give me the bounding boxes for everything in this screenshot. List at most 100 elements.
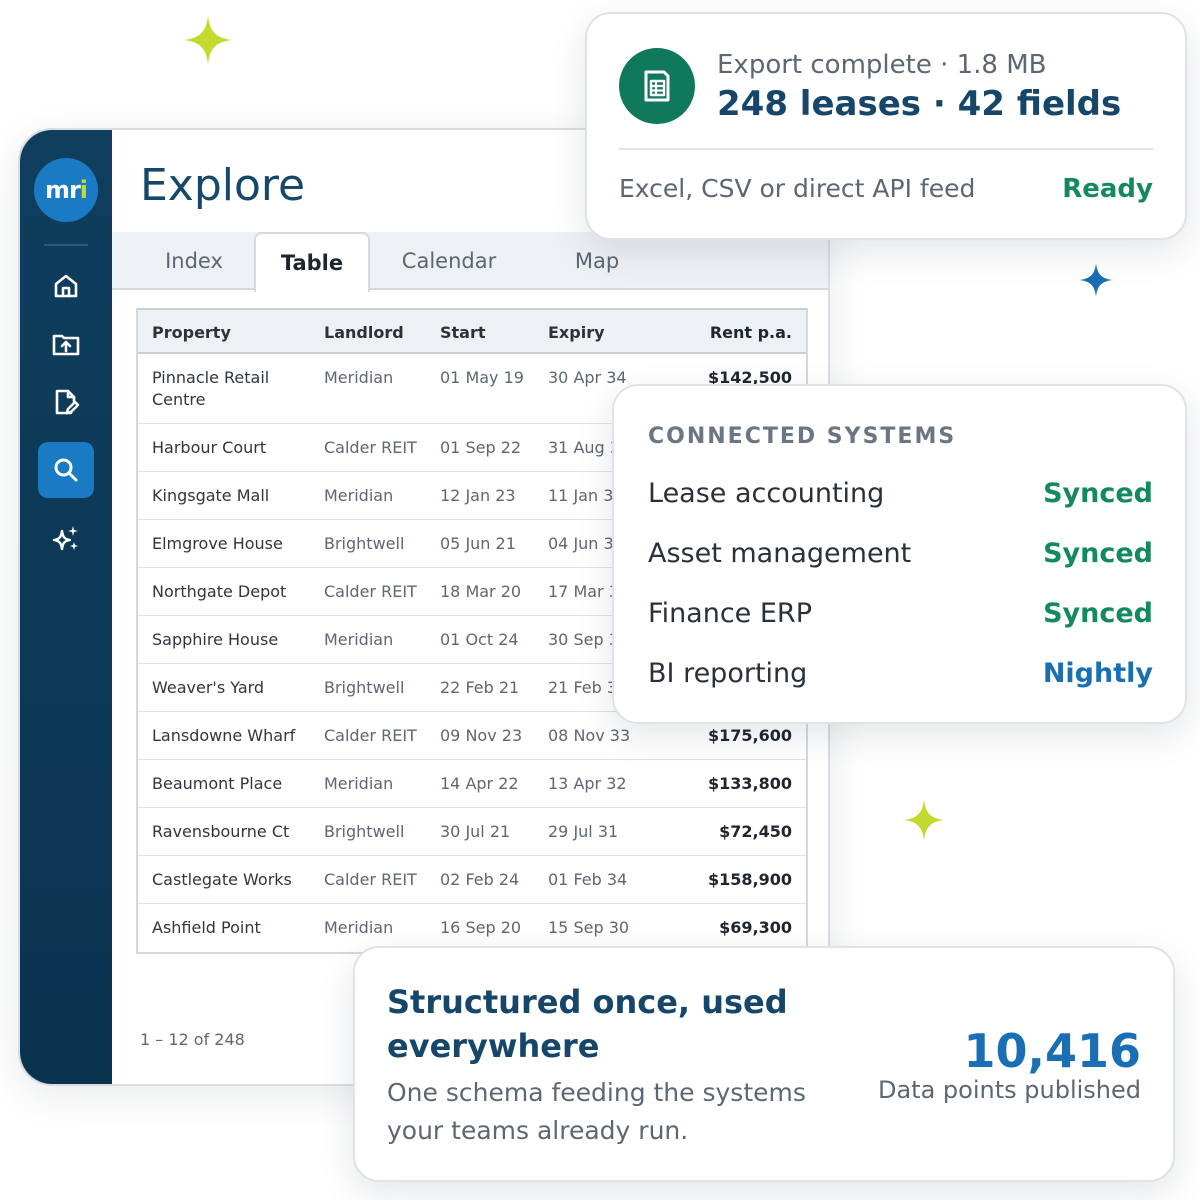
- system-row: Finance ERP Synced: [648, 598, 1153, 638]
- cell-start: 18 Mar 20: [440, 582, 522, 601]
- cell-start: 30 Jul 21: [440, 822, 511, 841]
- cell-landlord: Calder REIT: [324, 726, 417, 745]
- summary-description: One schema feeding the systems your team…: [387, 1078, 806, 1145]
- export-status: Ready: [1062, 174, 1153, 204]
- cell-landlord: Brightwell: [324, 678, 405, 697]
- systems-title: CONNECTED SYSTEMS: [648, 424, 957, 449]
- sidebar-item-upload[interactable]: [38, 316, 94, 372]
- connected-systems-card: CONNECTED SYSTEMS Lease accounting Synce…: [612, 384, 1187, 724]
- cell-landlord: Meridian: [324, 486, 394, 505]
- system-name: Finance ERP: [648, 598, 812, 629]
- cell-rent: $158,900: [707, 870, 792, 889]
- document-edit-icon: [55, 389, 80, 415]
- search-icon: [54, 458, 78, 482]
- cell-property: Weaver's Yard: [152, 678, 265, 697]
- table-row[interactable]: Ashfield Point Meridian 16 Sep 20 15 Sep 30…: [138, 904, 806, 952]
- cell-property: Pinnacle Retail Centre: [152, 368, 270, 409]
- sparkle-icon: [903, 799, 945, 841]
- cell-start: 01 Oct 24: [440, 630, 519, 649]
- folder-upload-icon: [52, 334, 80, 356]
- system-row: Asset management Synced: [648, 538, 1153, 578]
- cell-expiry: 01 Feb 34: [548, 870, 628, 889]
- cell-landlord: Calder REIT: [324, 438, 417, 457]
- table-header: Property Landlord Start Expiry Rent p.a.: [138, 308, 806, 354]
- system-name: Lease accounting: [648, 478, 885, 509]
- cell-property: Beaumont Place: [152, 774, 283, 793]
- system-status: Nightly: [1042, 658, 1153, 689]
- system-name: Asset management: [648, 538, 912, 569]
- export-divider: [619, 148, 1153, 150]
- cell-property: Harbour Court: [152, 438, 267, 457]
- cell-property: Kingsgate Mall: [152, 486, 270, 505]
- cell-rent: $69,300: [719, 918, 792, 937]
- metric-label: Data points published: [877, 1076, 1141, 1104]
- sparkle-icon: [184, 16, 232, 64]
- cell-start: 02 Feb 24: [440, 870, 520, 889]
- column-header-property[interactable]: Property: [152, 322, 312, 344]
- cell-landlord: Brightwell: [324, 534, 405, 553]
- cell-property: Ravensbourne Ct: [152, 822, 290, 841]
- sidebar-item-search[interactable]: [38, 442, 94, 498]
- export-subtitle: Export complete · 1.8 MB: [717, 50, 1047, 80]
- system-row: BI reporting Nightly: [648, 658, 1153, 698]
- cell-property: Castlegate Works: [152, 870, 292, 889]
- cell-landlord: Calder REIT: [324, 582, 417, 601]
- cell-landlord: Meridian: [324, 918, 394, 937]
- spreadsheet-icon: [644, 70, 670, 102]
- column-header-landlord[interactable]: Landlord: [324, 322, 434, 344]
- cell-landlord: Brightwell: [324, 822, 405, 841]
- cell-property: Lansdowne Wharf: [152, 726, 296, 745]
- table-row[interactable]: Ravensbourne Ct Brightwell 30 Jul 21 29 Jul…: [138, 808, 806, 856]
- cell-property: Northgate Depot: [152, 582, 287, 601]
- tab-table[interactable]: Table: [254, 232, 370, 292]
- sidebar-item-documents[interactable]: [38, 374, 94, 430]
- column-header-expiry[interactable]: Expiry: [548, 322, 648, 344]
- logo-text: mri: [44, 176, 88, 204]
- cell-start: 05 Jun 21: [440, 534, 516, 553]
- system-status: Synced: [1043, 478, 1153, 509]
- page-title: Explore: [140, 160, 306, 211]
- tab-index[interactable]: Index: [140, 232, 248, 290]
- export-icon-badge: [619, 48, 695, 124]
- export-headline: 248 leases · 42 fields: [717, 84, 1122, 124]
- pagination-label: 1 – 12 of 248: [140, 1030, 245, 1049]
- cell-rent: $72,450: [719, 822, 792, 841]
- cell-start: 01 Sep 22: [440, 438, 522, 457]
- mri-logo[interactable]: mri: [34, 158, 98, 222]
- cell-expiry: 29 Jul 31: [548, 822, 619, 841]
- cell-rent: $175,600: [707, 726, 792, 745]
- summary-title: Structured once, used everywhere: [387, 983, 788, 1065]
- cell-expiry: 15 Sep 30: [548, 918, 630, 937]
- home-icon: [54, 274, 78, 298]
- system-name: BI reporting: [648, 658, 808, 689]
- cell-landlord: Calder REIT: [324, 870, 417, 889]
- ai-sparkle-icon: [52, 526, 78, 551]
- cell-start: 16 Sep 20: [440, 918, 522, 937]
- cell-start: 14 Apr 22: [440, 774, 519, 793]
- cell-landlord: Meridian: [324, 630, 394, 649]
- column-header-rent[interactable]: Rent p.a.: [672, 322, 792, 344]
- table-row[interactable]: Castlegate Works Calder REIT 02 Feb 24 01 F…: [138, 856, 806, 904]
- sparkle-icon: [1079, 263, 1113, 297]
- cell-start: 09 Nov 23: [440, 726, 523, 745]
- sidebar-divider: [44, 244, 88, 246]
- tab-calendar[interactable]: Calendar: [384, 232, 514, 290]
- sidebar-item-ai[interactable]: [38, 510, 94, 566]
- export-card: Export complete · 1.8 MB 248 leases · 42…: [585, 12, 1187, 240]
- cell-expiry: 13 Apr 32: [548, 774, 627, 793]
- column-header-start[interactable]: Start: [440, 322, 540, 344]
- sidebar-item-home[interactable]: [38, 258, 94, 314]
- cell-rent: $133,800: [707, 774, 792, 793]
- cell-property: Sapphire House: [152, 630, 279, 649]
- cell-start: 22 Feb 21: [440, 678, 520, 697]
- cell-property: Ashfield Point: [152, 918, 261, 937]
- cell-start: 01 May 19: [440, 368, 524, 387]
- export-formats: Excel, CSV or direct API feed: [619, 174, 976, 203]
- cell-expiry: 08 Nov 33: [548, 726, 631, 745]
- tab-map[interactable]: Map: [542, 232, 652, 290]
- summary-card: Structured once, used everywhere One sch…: [353, 946, 1175, 1182]
- cell-landlord: Meridian: [324, 368, 394, 387]
- cell-property: Elmgrove House: [152, 534, 283, 553]
- cell-landlord: Meridian: [324, 774, 394, 793]
- table-row[interactable]: Beaumont Place Meridian 14 Apr 22 13 Apr 32…: [138, 760, 806, 808]
